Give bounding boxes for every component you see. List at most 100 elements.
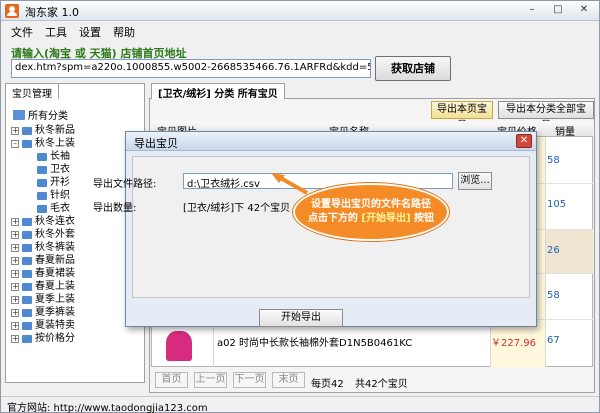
folder-icon [22, 257, 32, 265]
tree-node[interactable]: + 春夏裙装 [11, 268, 75, 280]
expand-icon[interactable]: + [11, 270, 19, 278]
menu-tools[interactable]: 工具 [39, 22, 73, 40]
column-divider [545, 137, 546, 367]
callout-highlight: [开始导出] [361, 213, 411, 224]
instruction-callout: 设置导出宝贝的文件名路径 点击下方的 [开始导出] 按钮 [293, 183, 449, 241]
close-button[interactable]: ✕ [573, 3, 595, 19]
tree-node[interactable]: + 秋冬连衣 [11, 216, 75, 228]
app-window: 淘东家 1.0 – □ ✕ 文件 工具 设置 帮助 请输入(淘宝 或 天猫) 店… [0, 0, 600, 413]
tree-node-label: 夏季裤装 [35, 307, 75, 318]
folder-icon [37, 166, 47, 174]
callout-line-1: 设置导出宝贝的文件名路径 [311, 199, 431, 210]
tree-root[interactable]: 所有分类 [13, 107, 68, 122]
expand-icon[interactable]: + [11, 296, 19, 304]
folder-icon [37, 205, 47, 213]
count-label: 导出数量: [93, 203, 137, 214]
tree-node-label: 秋冬上装 [35, 138, 75, 149]
tree-node-label: 毛衣 [50, 203, 70, 214]
product-price: ￥227.96 [491, 338, 536, 349]
menu-settings[interactable]: 设置 [73, 22, 107, 40]
tree-node-label: 春夏新品 [35, 255, 75, 266]
expand-icon[interactable]: + [11, 127, 19, 135]
folder-icon [22, 335, 32, 343]
sales-cell: 67 [547, 335, 560, 346]
last-page-button[interactable]: 末页 [272, 372, 305, 388]
prev-page-button[interactable]: 上一页 [194, 372, 227, 388]
collapse-icon[interactable]: – [11, 140, 19, 148]
folder-icon [37, 153, 47, 161]
tree-node-selected[interactable]: 卫衣 [37, 164, 70, 176]
expand-icon[interactable]: + [11, 335, 19, 343]
folder-icon [37, 192, 47, 200]
expand-icon[interactable]: + [11, 244, 19, 252]
expand-icon[interactable]: + [11, 322, 19, 330]
callout-arrow-icon [271, 173, 308, 195]
tree-node-label: 针织 [50, 190, 70, 201]
sales-cell: 58 [547, 155, 560, 166]
tree-node[interactable]: + 按价格分 [11, 333, 75, 345]
sales-cell: 58 [547, 290, 560, 301]
folder-icon [22, 296, 32, 304]
path-label: 导出文件路径: [93, 179, 157, 190]
tree-node[interactable]: + 夏装特卖 [11, 320, 75, 332]
menu-help[interactable]: 帮助 [107, 22, 141, 40]
tree-node[interactable]: 毛衣 [37, 203, 70, 215]
count-value: [卫衣/绒衫]下 42个宝贝 [183, 203, 291, 214]
status-bar: 官方网站: http://www.taodongjia123.com [1, 396, 599, 413]
menu-file[interactable]: 文件 [5, 22, 39, 40]
shop-url-input[interactable]: dex.htm?spm=a220o.1000855.w5002-26685354… [11, 59, 371, 78]
tab-category-items[interactable]: [卫衣/绒衫] 分类 所有宝贝 [151, 83, 285, 100]
tree-node[interactable]: + 秋冬外套 [11, 229, 75, 241]
maximize-button[interactable]: □ [547, 3, 569, 19]
tree-node-label: 秋冬裤装 [35, 242, 75, 253]
fetch-shop-button[interactable]: 获取店铺 [375, 56, 451, 81]
app-logo-icon [5, 4, 19, 18]
minimize-button[interactable]: – [521, 3, 543, 19]
folder-icon [22, 231, 32, 239]
tree-node-label: 秋冬新品 [35, 125, 75, 136]
callout-line-2: 点击下方的 [开始导出] 按钮 [295, 212, 447, 226]
pagination: 首页 上一页 下一页 末页 [155, 372, 305, 388]
expand-icon[interactable]: + [11, 283, 19, 291]
folder-icon [37, 179, 47, 187]
official-site-link[interactable]: 官方网站: http://www.taodongjia123.com [7, 403, 208, 413]
expand-icon[interactable]: + [11, 231, 19, 239]
folder-icon [22, 309, 32, 317]
tree-node-label: 秋冬连衣 [35, 216, 75, 227]
expand-icon[interactable]: + [11, 309, 19, 317]
menu-bar: 文件 工具 设置 帮助 [1, 22, 599, 40]
tree-node-label: 长袖 [50, 151, 70, 162]
tree-node[interactable]: – 秋冬上装 [11, 138, 75, 150]
next-page-button[interactable]: 下一页 [233, 372, 266, 388]
tree-node-label: 春夏上装 [35, 281, 75, 292]
export-page-button[interactable]: 导出本页宝贝 [431, 101, 493, 131]
tab-item-management[interactable]: 宝贝管理 [5, 83, 59, 100]
tree-node[interactable]: + 夏季上装 [11, 294, 75, 306]
export-category-button[interactable]: 导出本分类全部宝贝 [498, 101, 594, 131]
tree-node-label: 开衫 [50, 177, 70, 188]
tree-node[interactable]: + 春夏上装 [11, 281, 75, 293]
column-header-sales[interactable]: 销量 [555, 123, 575, 138]
dialog-title-bar: 导出宝贝 ✕ [126, 132, 536, 151]
first-page-button[interactable]: 首页 [155, 372, 188, 388]
tree-node-label: 春夏裙装 [35, 268, 75, 279]
tree-node[interactable]: 长袖 [37, 151, 70, 163]
tree-node[interactable]: 开衫 [37, 177, 70, 189]
start-export-button[interactable]: 开始导出 [259, 309, 343, 327]
tree-node[interactable]: 针织 [37, 190, 70, 202]
expand-icon[interactable]: + [11, 257, 19, 265]
tree-node-label: 夏装特卖 [35, 320, 75, 331]
expand-icon[interactable]: + [11, 218, 19, 226]
tree-node[interactable]: + 夏季裤装 [11, 307, 75, 319]
tree-node[interactable]: + 秋冬新品 [11, 125, 75, 137]
tree-node[interactable]: + 春夏新品 [11, 255, 75, 267]
tree-node[interactable]: + 秋冬裤装 [11, 242, 75, 254]
tree-node-label: 按价格分 [35, 333, 75, 344]
callout-text: 按钮 [410, 213, 435, 224]
sales-cell: 105 [547, 199, 567, 210]
dialog-close-button[interactable]: ✕ [516, 134, 532, 148]
tree-root-label: 所有分类 [28, 111, 68, 122]
window-title: 淘东家 1.0 [25, 6, 79, 19]
total-items-label: 共42个宝贝 [355, 379, 408, 390]
browse-button[interactable]: 浏览... [458, 172, 492, 190]
